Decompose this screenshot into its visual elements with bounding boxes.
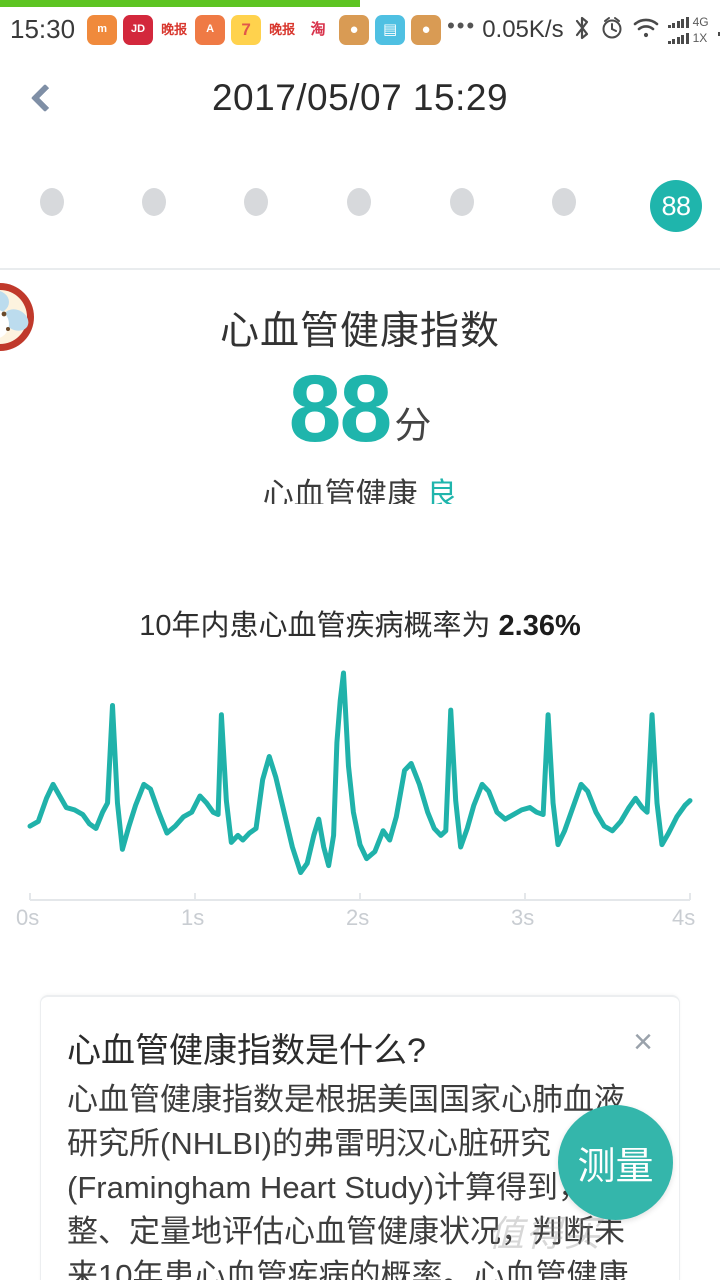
meituan-icon: m bbox=[87, 14, 118, 45]
info-card-header: 心血管健康指数是什么? × bbox=[41, 997, 679, 1072]
jd-icon: JD bbox=[123, 14, 154, 45]
close-icon[interactable]: × bbox=[633, 1025, 653, 1059]
status-bar: 15:30 mJD晚报A7晚报淘●▤● ••• 0.05K/s bbox=[0, 7, 720, 52]
score-status-level: 良 bbox=[426, 477, 458, 504]
status-right-group: 0.05K/s 4G 1X bbox=[482, 15, 720, 45]
reader-icon: ▤ bbox=[375, 14, 406, 45]
page-title: 2017/05/07 15:29 bbox=[211, 76, 509, 118]
score-section: 心血管健康指数 88 分 心血管健康 良 bbox=[0, 300, 720, 504]
sim-row-1x: 1X bbox=[667, 31, 709, 45]
top-progress-fill bbox=[0, 0, 360, 7]
pager-dot[interactable] bbox=[244, 188, 268, 216]
info-card-title: 心血管健康指数是什么? bbox=[67, 1032, 426, 1070]
pager-dot[interactable] bbox=[450, 188, 474, 216]
risk-probability-prefix: 10年内患心血管疾病概率为 bbox=[139, 610, 491, 642]
ecg-tick-label: 1s bbox=[181, 905, 205, 930]
network-speed-text: 0.05K/s bbox=[482, 15, 564, 43]
top-progress-bar bbox=[0, 0, 720, 7]
pager-dot[interactable] bbox=[552, 188, 576, 216]
record-pager[interactable]: 88 bbox=[0, 178, 720, 232]
score-unit: 分 bbox=[394, 405, 432, 446]
sim1-network-label: 4G bbox=[692, 15, 709, 29]
bluetooth-icon bbox=[573, 15, 591, 45]
pager-dot[interactable] bbox=[347, 188, 371, 216]
ecg-tick-label: 2s bbox=[346, 905, 370, 930]
score-status-label: 心血管健康 bbox=[262, 477, 418, 504]
sim-row-4g: 4G bbox=[667, 15, 709, 29]
weibo-icon-1: ● bbox=[339, 14, 370, 45]
measure-fab-button[interactable]: 测量 bbox=[558, 1105, 673, 1220]
pager-dot[interactable] bbox=[40, 188, 64, 216]
score-title: 心血管健康指数 bbox=[219, 310, 500, 353]
pager-current-score-badge[interactable]: 88 bbox=[650, 180, 702, 232]
ecg-tick-label: 4s bbox=[672, 905, 696, 930]
status-overflow-icon: ••• bbox=[447, 12, 477, 38]
app-screen: 15:30 mJD晚报A7晚报淘●▤● ••• 0.05K/s bbox=[0, 0, 720, 1280]
status-app-icons: m JD 晚报 A 7 晚报淘 ● ▤ ● bbox=[87, 14, 442, 45]
ecg-x-axis: 0s 1s 2s 3s 4s bbox=[0, 893, 720, 941]
ecg-tick-label: 3s bbox=[511, 905, 535, 930]
risk-probability-line: 10年内患心血管疾病概率为 2.36% bbox=[0, 602, 720, 644]
alipay-icon: A bbox=[195, 14, 226, 45]
section-divider bbox=[0, 268, 720, 270]
weibo-icon-2: ● bbox=[411, 14, 442, 45]
risk-probability-value: 2.36% bbox=[498, 610, 581, 642]
alarm-icon bbox=[600, 15, 624, 45]
qi-icon: 7 bbox=[231, 14, 262, 45]
status-clock: 15:30 bbox=[10, 14, 76, 44]
score-status-line: 心血管健康 良 bbox=[0, 469, 720, 504]
sim2-network-label: 1X bbox=[692, 31, 708, 45]
sim-signal-group: 4G 1X bbox=[667, 15, 709, 45]
ecg-tick-label: 0s bbox=[16, 905, 40, 930]
score-section-clip: 心血管健康指数 88 分 心血管健康 良 bbox=[0, 272, 720, 504]
score-value-row: 88 分 bbox=[0, 362, 720, 457]
navigation-bar: 2017/05/07 15:29 bbox=[0, 55, 720, 140]
signal-bars-sim1 bbox=[667, 15, 689, 28]
wifi-icon bbox=[633, 16, 659, 44]
pager-dot[interactable] bbox=[142, 188, 166, 216]
signal-bars-sim2 bbox=[667, 31, 689, 44]
news-icon-2: 晚报 bbox=[267, 14, 298, 45]
tao-icon: 淘 bbox=[303, 14, 334, 45]
news-icon-1: 晚报 bbox=[159, 14, 190, 45]
score-value: 88 bbox=[288, 356, 393, 462]
